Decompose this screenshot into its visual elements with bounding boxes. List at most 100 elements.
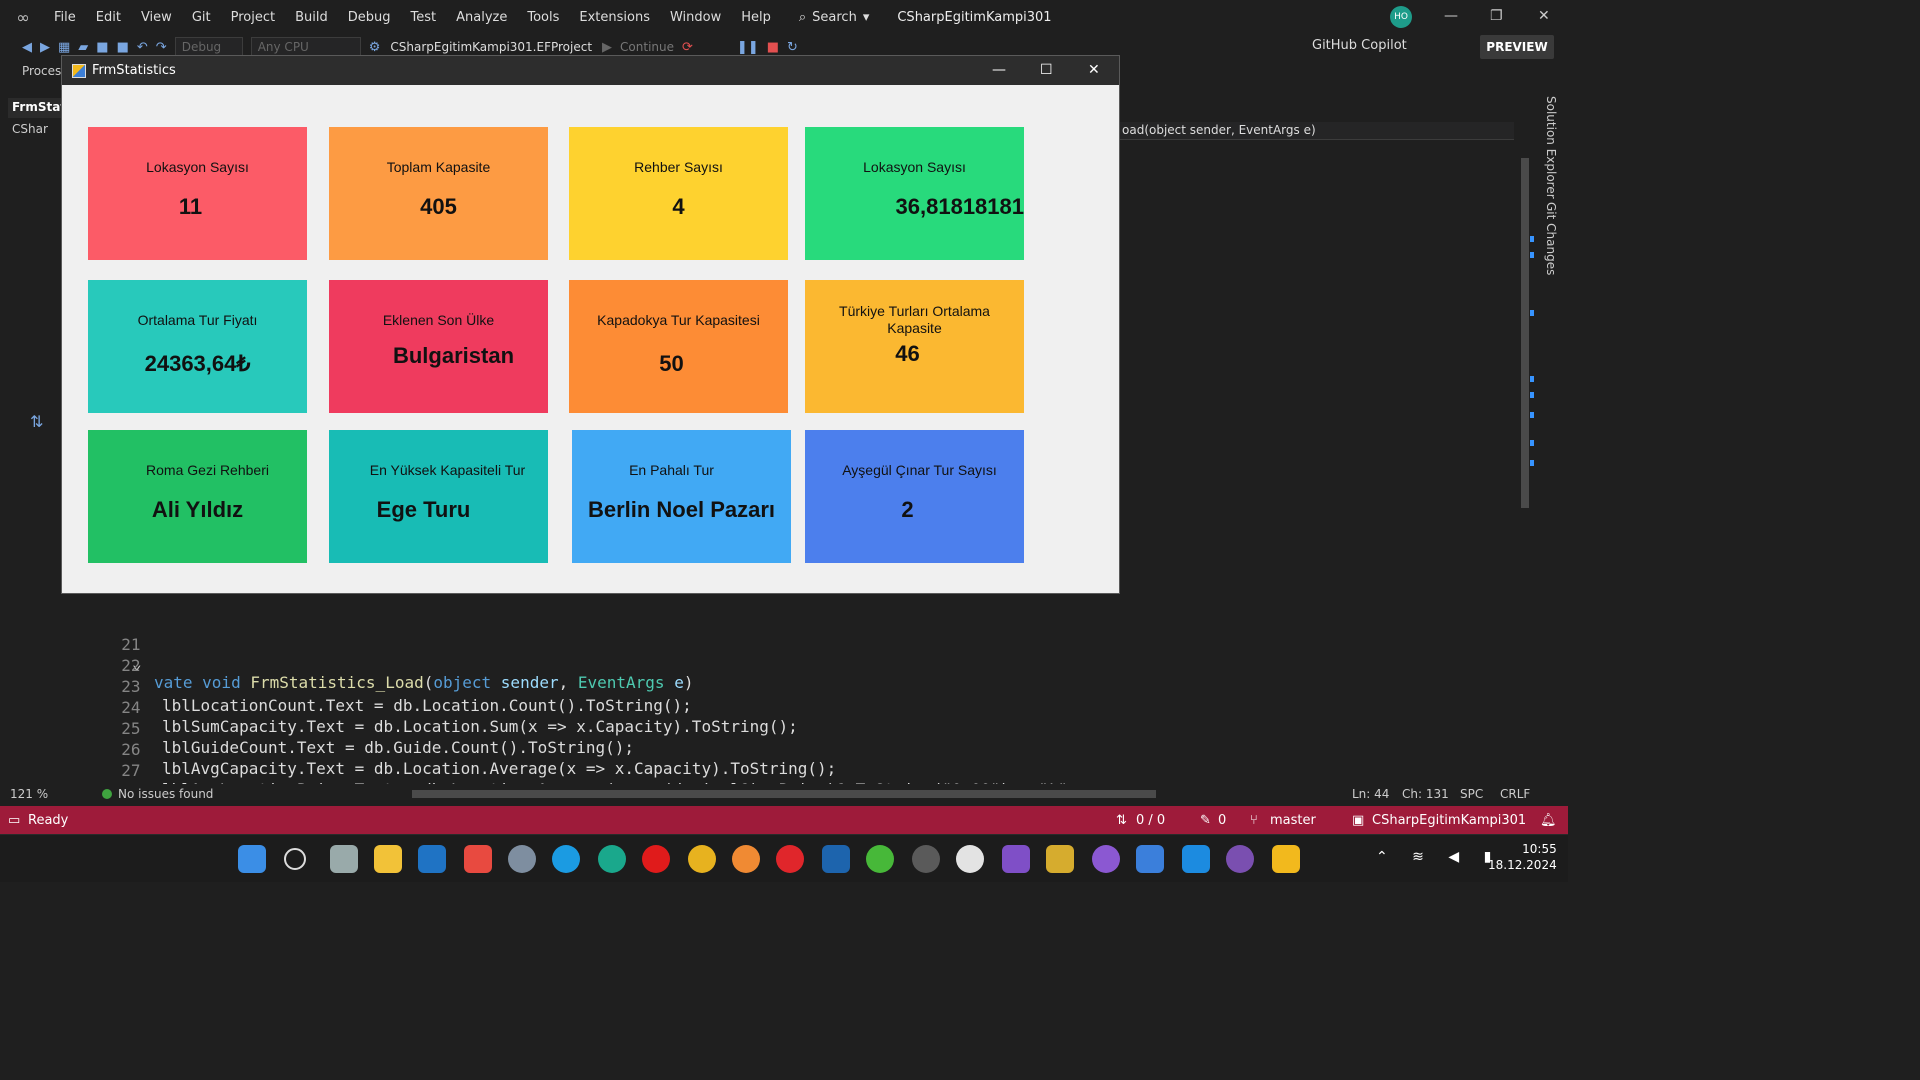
startup-project-dropdown[interactable]: CSharpEgitimKampi301.EFProject: [390, 40, 592, 54]
visual-studio-logo-icon[interactable]: ∞: [12, 7, 34, 27]
maximize-icon[interactable]: ☐: [1040, 62, 1053, 78]
preview-button[interactable]: PREVIEW: [1480, 35, 1554, 59]
menu-help[interactable]: Help: [731, 10, 781, 25]
gear-icon[interactable]: ⚙: [369, 40, 381, 55]
menu-edit[interactable]: Edit: [86, 10, 131, 25]
window-titlebar[interactable]: FrmStatistics — ☐ ✕: [62, 56, 1119, 85]
stop-icon[interactable]: ■: [767, 40, 779, 55]
new-project-icon[interactable]: ▦: [58, 40, 70, 55]
chrome-icon[interactable]: [688, 845, 716, 873]
youtube-icon[interactable]: [776, 845, 804, 873]
branch-icon: ⑂: [1250, 813, 1258, 828]
close-icon[interactable]: ✕: [1538, 8, 1550, 24]
column-indicator[interactable]: Ch: 131: [1402, 787, 1449, 801]
redo-icon[interactable]: ↷: [156, 40, 167, 55]
github-desktop-icon[interactable]: [1226, 845, 1254, 873]
platform-dropdown[interactable]: Any CPU: [250, 37, 361, 57]
code-editor[interactable]: 21 ⌄ vate void FrmStatistics_Load(object…: [62, 596, 1518, 801]
menu-extensions[interactable]: Extensions: [569, 10, 660, 25]
side-panel: Solution Explorer Git Changes: [1538, 90, 1568, 275]
scrollbar-thumb[interactable]: [1521, 158, 1529, 508]
user-avatar[interactable]: HO: [1390, 6, 1412, 28]
project-combo[interactable]: CShar: [10, 122, 62, 140]
undo-icon[interactable]: ↶: [137, 40, 148, 55]
file-explorer-icon[interactable]: [374, 845, 402, 873]
menu-tools[interactable]: Tools: [517, 10, 569, 25]
menu-debug[interactable]: Debug: [338, 10, 401, 25]
git-changes-tab[interactable]: Git Changes: [1544, 202, 1558, 275]
solution-explorer-tab[interactable]: Solution Explorer: [1544, 96, 1558, 199]
close-icon[interactable]: ✕: [1088, 62, 1100, 78]
play-icon[interactable]: ▶: [602, 40, 612, 55]
menu-test[interactable]: Test: [401, 10, 447, 25]
save-icon[interactable]: ■: [96, 40, 108, 55]
card-value: 36,81818181: [895, 194, 1024, 219]
opera-icon[interactable]: [642, 845, 670, 873]
card-label: Ayşegül Çınar Tur Sayısı: [842, 462, 997, 478]
member-navigation-dropdown[interactable]: oad(object sender, EventArgs e): [1120, 122, 1514, 140]
prime-video-icon[interactable]: [822, 845, 850, 873]
branch-name[interactable]: master: [1270, 813, 1316, 828]
save-all-icon[interactable]: ■: [117, 40, 129, 55]
pause-icon[interactable]: ❚❚: [737, 40, 759, 55]
github-copilot-button[interactable]: GitHub Copilot: [1312, 38, 1407, 53]
menu-analyze[interactable]: Analyze: [446, 10, 517, 25]
edge-beta-icon[interactable]: [598, 845, 626, 873]
store-icon[interactable]: [464, 845, 492, 873]
tool-icon[interactable]: [1046, 845, 1074, 873]
app-icon[interactable]: [912, 845, 940, 873]
search-icon[interactable]: [284, 848, 306, 870]
issues-indicator[interactable]: No issues found: [102, 787, 213, 801]
sync-icon: ⇅: [1116, 813, 1127, 828]
line-ending-indicator[interactable]: CRLF: [1500, 787, 1530, 801]
system-tray[interactable]: ⌃ ≋ ◀ ▮: [1376, 849, 1501, 865]
menu-project[interactable]: Project: [221, 10, 285, 25]
whitespace-indicator[interactable]: SPC: [1460, 787, 1483, 801]
minimize-icon[interactable]: —: [1444, 8, 1458, 24]
card-value: 24363,64₺: [144, 351, 251, 376]
bell-icon[interactable]: 🔔︎: [1540, 813, 1557, 828]
hot-reload-icon[interactable]: ⟳: [682, 40, 693, 55]
app-store-icon[interactable]: [956, 845, 984, 873]
task-view-icon[interactable]: [330, 845, 358, 873]
code-line: 24 lblSumCapacity.Text = db.Location.Sum…: [62, 679, 1518, 736]
settings-icon[interactable]: [508, 845, 536, 873]
duolingo-icon[interactable]: [866, 845, 894, 873]
start-icon[interactable]: [238, 845, 266, 873]
minimize-icon[interactable]: —: [992, 62, 1006, 78]
browser-icon[interactable]: [732, 845, 760, 873]
repo-name[interactable]: CSharpEgitimKampi301: [1372, 813, 1526, 828]
card-average-capacity: Lokasyon Sayısı 36,81818181: [805, 127, 1024, 260]
menu-file[interactable]: File: [44, 10, 86, 25]
configuration-dropdown[interactable]: Debug: [174, 37, 243, 57]
vscode-icon[interactable]: [1182, 845, 1210, 873]
sync-status[interactable]: 0 / 0: [1136, 813, 1165, 828]
restart-icon[interactable]: ↻: [787, 40, 798, 55]
open-folder-icon[interactable]: ▰: [78, 40, 88, 55]
restore-icon[interactable]: ❐: [1490, 8, 1503, 24]
form-app-icon[interactable]: [1272, 845, 1300, 873]
menu-view[interactable]: View: [131, 10, 182, 25]
back-icon[interactable]: ◀: [22, 40, 32, 55]
copilot-icon[interactable]: [1136, 845, 1164, 873]
pending-edits[interactable]: 0: [1218, 813, 1226, 828]
menu-build[interactable]: Build: [285, 10, 338, 25]
card-rome-guide: Roma Gezi Rehberi Ali Yıldız: [88, 430, 307, 563]
horizontal-scrollbar[interactable]: [412, 790, 1156, 798]
outlook-icon[interactable]: [418, 845, 446, 873]
line-indicator[interactable]: Ln: 44: [1352, 787, 1389, 801]
clock[interactable]: 10:55 18.12.2024: [1488, 841, 1557, 873]
search-button[interactable]: ⌕ Search ▾: [789, 10, 879, 25]
forward-icon[interactable]: ▶: [40, 40, 50, 55]
card-most-expensive-tour: En Pahalı Tur Berlin Noel Pazarı: [572, 430, 791, 563]
edge-icon[interactable]: [552, 845, 580, 873]
sort-icon[interactable]: ⇅: [30, 412, 43, 431]
menu-window[interactable]: Window: [660, 10, 731, 25]
zoom-level-dropdown[interactable]: 121 %: [10, 787, 70, 801]
document-tab[interactable]: FrmStati: [8, 98, 70, 118]
visual-studio-icon[interactable]: [1002, 845, 1030, 873]
frm-statistics-window: FrmStatistics — ☐ ✕ Lokasyon Sayısı 11 T…: [61, 55, 1120, 594]
continue-button[interactable]: Continue: [620, 40, 674, 54]
menu-git[interactable]: Git: [182, 10, 221, 25]
github-icon[interactable]: [1092, 845, 1120, 873]
